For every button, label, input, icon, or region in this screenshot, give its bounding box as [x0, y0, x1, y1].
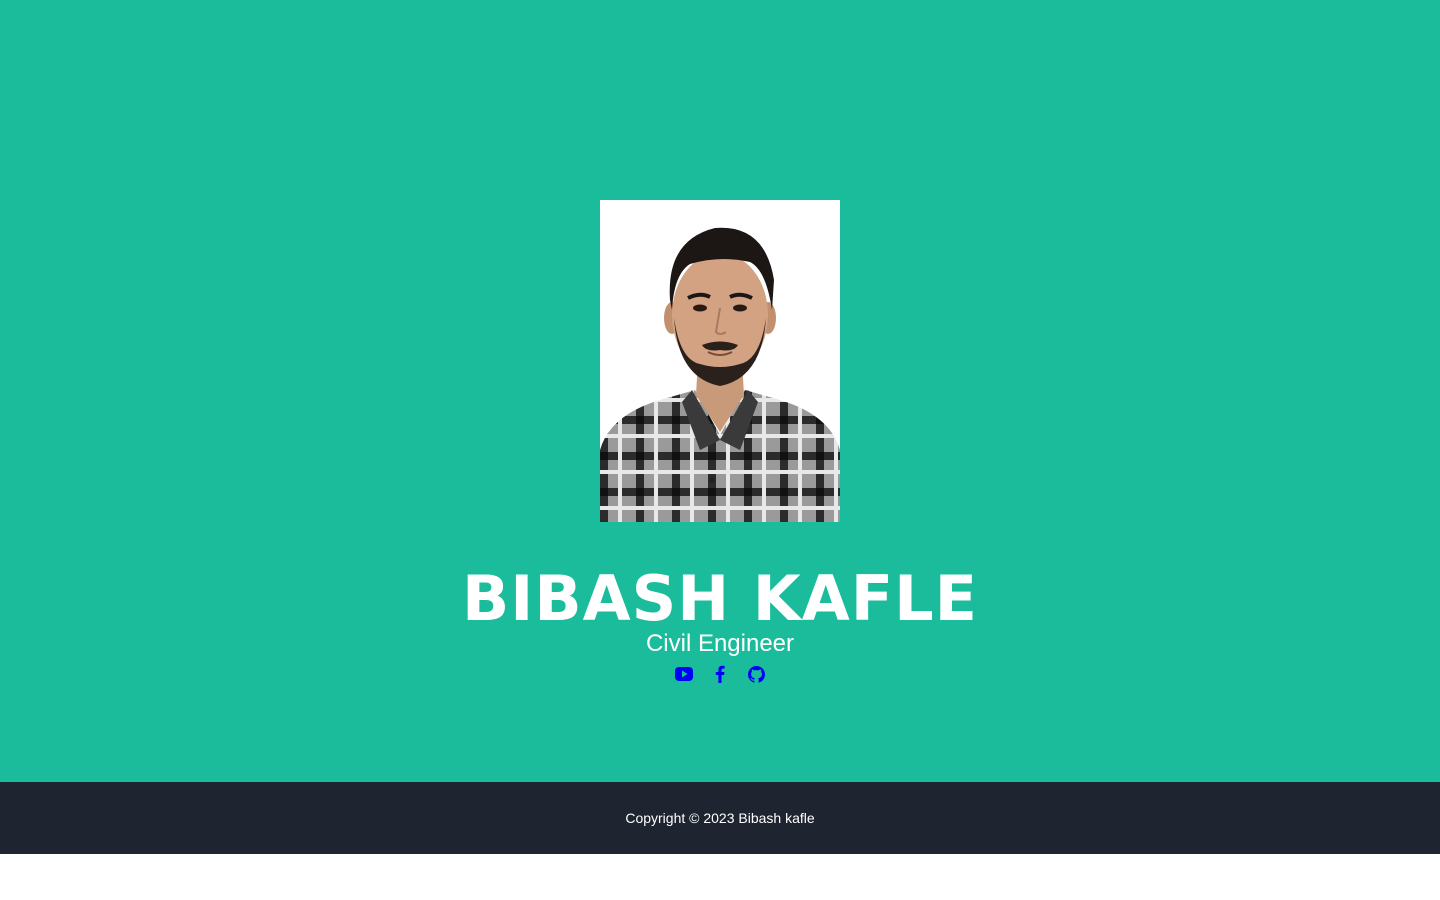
github-icon: [747, 665, 765, 683]
github-link[interactable]: [747, 663, 765, 685]
profile-name: BIBASH KAFLE: [462, 562, 978, 635]
hero-section: BIBASH KAFLE Civil Engineer: [0, 0, 1440, 782]
social-links: [0, 663, 1440, 685]
profile-photo: [600, 200, 840, 522]
copyright-text: Copyright © 2023 Bibash kafle: [625, 810, 815, 826]
youtube-link[interactable]: [675, 663, 693, 685]
facebook-link[interactable]: [711, 663, 729, 685]
youtube-icon: [675, 667, 693, 681]
profile-title: Civil Engineer: [645, 630, 795, 657]
facebook-icon: [715, 665, 725, 683]
footer: Copyright © 2023 Bibash kafle: [0, 782, 1440, 854]
